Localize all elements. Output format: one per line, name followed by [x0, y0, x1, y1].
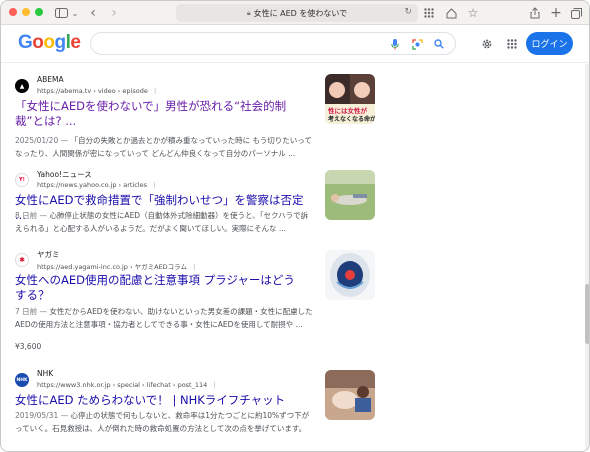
search-icon[interactable] — [431, 36, 447, 52]
result-site-name: Yahoo!ニュース — [37, 170, 92, 179]
result-site-name: ヤガミ — [37, 250, 60, 259]
svg-text:性には女性が: 性には女性が — [328, 106, 368, 115]
google-header: Google ログイン — [1, 26, 589, 63]
apps-grid-icon[interactable] — [504, 36, 520, 52]
search-box[interactable] — [90, 32, 456, 55]
result-thumbnail[interactable]: 性には女性が 考えなくなる命が — [325, 74, 375, 124]
result-site-name: NHK — [37, 369, 54, 378]
lock-icon: 🔒︎ — [246, 8, 251, 17]
abema-favicon: ▲ — [15, 79, 29, 93]
minimize-window-button[interactable] — [22, 8, 30, 16]
result-url[interactable]: https://abema.tv › video › episode ⋮ — [37, 87, 158, 95]
result-url[interactable]: https://aed.yagami-inc.co.jp › ヤガミAEDコラム… — [37, 261, 198, 271]
new-tab-icon[interactable]: + — [549, 4, 563, 22]
browser-toolbar: ⌄ ‹ › 🔒︎ 女性に AED を使わないで ↻ ☆ + — [1, 1, 589, 25]
yagami-favicon: ✱ — [15, 253, 29, 267]
share-icon[interactable] — [528, 4, 542, 22]
chevron-down-icon[interactable]: ⌄ — [71, 4, 79, 22]
nhk-favicon: NHK — [15, 373, 29, 387]
result-thumbnail[interactable] — [325, 370, 375, 420]
more-options-icon[interactable]: ⋮ — [152, 87, 159, 95]
reload-icon[interactable]: ↻ — [404, 7, 412, 17]
browser-window: ⌄ ‹ › 🔒︎ 女性に AED を使わないで ↻ ☆ + Google ログイ… — [0, 0, 590, 452]
settings-gear-icon[interactable] — [479, 36, 495, 52]
result-title-link[interactable]: 女性にAED ためらわないで！ | NHKライフチャット — [15, 393, 310, 408]
home-icon[interactable] — [444, 4, 458, 22]
forward-icon[interactable]: › — [107, 4, 121, 22]
result-snippet: 2025/01/20 — 「自分の失敗とか過去とかが積み重なっていった時に もう… — [15, 136, 312, 158]
login-button[interactable]: ログイン — [526, 32, 573, 55]
logo-letter: e — [70, 32, 81, 53]
address-bar[interactable]: 🔒︎ 女性に AED を使わないで ↻ — [176, 4, 418, 22]
lens-icon[interactable] — [409, 36, 425, 52]
result-snippet: 8 日前 — 心肺停止状態の女性にAED（自動体外式除細動器）を使うと、「セクハ… — [15, 211, 309, 233]
search-results: ▲ ABEMA https://abema.tv › video › episo… — [1, 64, 589, 451]
more-options-icon[interactable]: ⋮ — [151, 181, 158, 189]
result-thumbnail[interactable] — [325, 250, 375, 300]
more-options-icon[interactable]: ⋮ — [191, 263, 198, 271]
result-title-link[interactable]: 「女性にAEDを使わないで」男性が恐れる“社会的制裁”とは? ... — [15, 99, 310, 129]
back-icon[interactable]: ‹ — [86, 4, 100, 22]
result-site-name: ABEMA — [37, 75, 64, 84]
tabs-overview-icon[interactable] — [569, 4, 583, 22]
address-text: 女性に AED を使わないで — [253, 8, 348, 18]
logo-letter: G — [18, 32, 33, 53]
yahoo-favicon: Y! — [15, 173, 29, 187]
result-title-link[interactable]: 女性へのAED使用の配慮と注意事項 プラジャーはどうする？ — [15, 273, 305, 303]
grid-icon[interactable] — [422, 4, 436, 22]
logo-letter: g — [54, 32, 67, 53]
microphone-icon[interactable] — [387, 36, 403, 52]
star-icon[interactable]: ☆ — [466, 4, 480, 22]
search-input[interactable] — [101, 36, 381, 51]
more-options-icon[interactable]: ⋮ — [211, 381, 218, 389]
result-snippet: 2019/05/31 — 心停止の状態で何もしないと、救命率は1分たつごとに約1… — [15, 411, 310, 433]
result-snippet: 7 日前 — 女性だからAEDを使わない、助けないといった男女差の課題・女性に配… — [15, 307, 313, 329]
result-url[interactable]: https://www3.nhk.or.jp › special › lifec… — [37, 381, 218, 389]
sidebar-toggle-icon[interactable] — [53, 4, 69, 22]
svg-text:考えなくなる命が: 考えなくなる命が — [328, 115, 375, 123]
zoom-window-button[interactable] — [35, 8, 43, 16]
scrollbar-thumb[interactable] — [585, 284, 589, 344]
result-thumbnail[interactable] — [325, 170, 375, 220]
scrollbar[interactable] — [585, 64, 589, 451]
logo-letter: o — [43, 32, 55, 53]
result-price: ¥3,600 — [15, 342, 42, 351]
result-url[interactable]: https://news.yahoo.co.jp › articles ⋮ — [37, 181, 157, 189]
google-logo[interactable]: Google — [18, 32, 81, 54]
logo-letter: o — [32, 32, 44, 53]
close-window-button[interactable] — [9, 8, 17, 16]
